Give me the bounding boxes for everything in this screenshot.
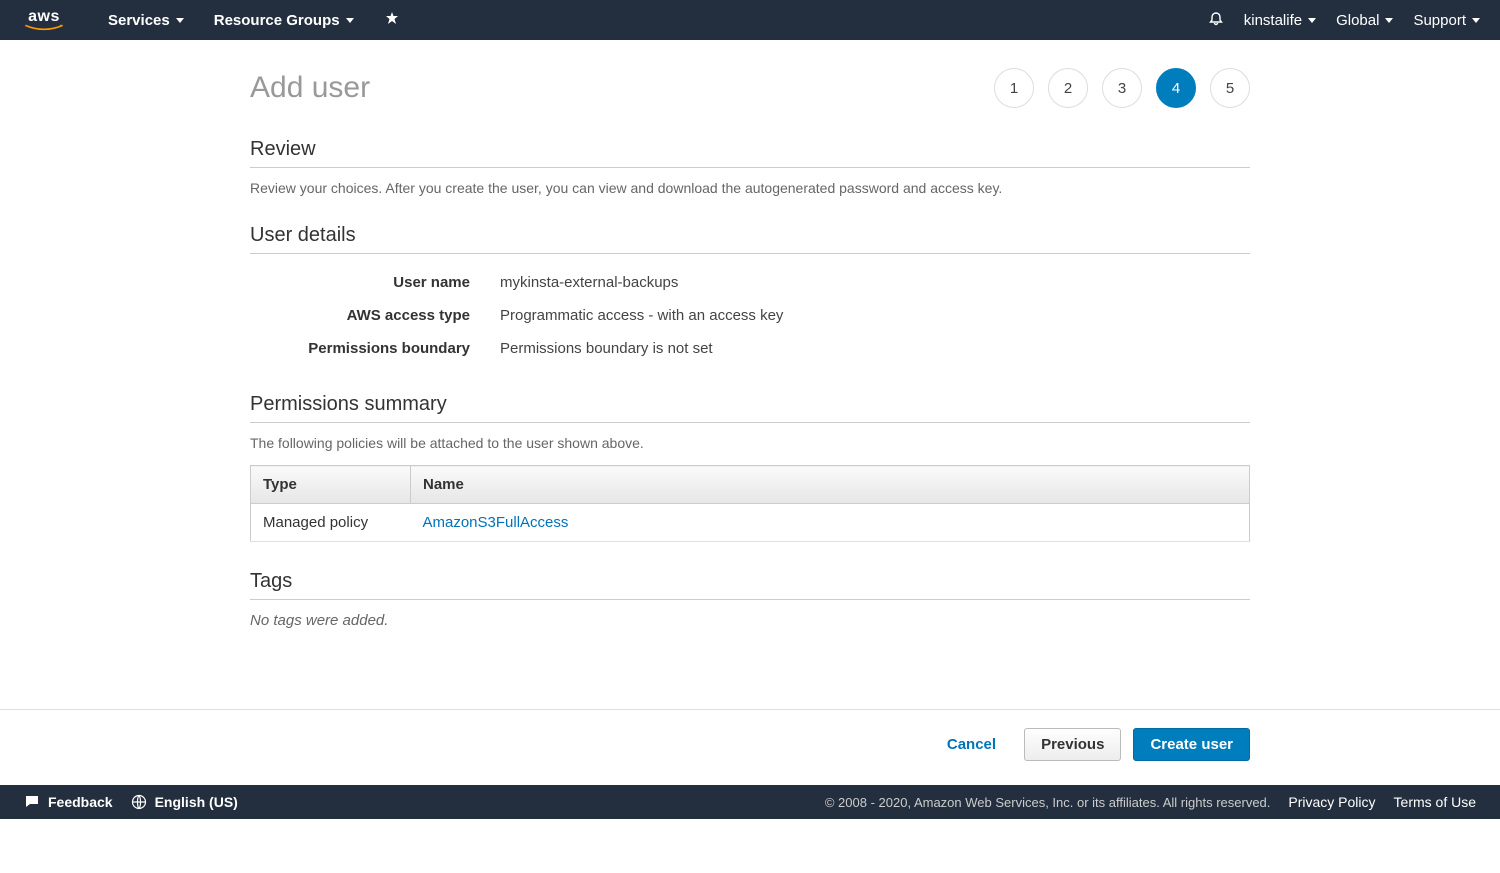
nav-services-label: Services xyxy=(108,12,170,29)
detail-label-access-type: AWS access type xyxy=(250,307,500,324)
footer-privacy-link[interactable]: Privacy Policy xyxy=(1288,794,1375,810)
cancel-button[interactable]: Cancel xyxy=(931,729,1012,760)
footer-bar: Feedback English (US) © 2008 - 2020, Ama… xyxy=(0,785,1500,819)
nav-resource-groups-label: Resource Groups xyxy=(214,12,340,29)
chevron-down-icon xyxy=(346,18,354,23)
nav-region[interactable]: Global xyxy=(1336,12,1393,29)
tags-heading: Tags xyxy=(250,570,1250,600)
detail-value-username: mykinsta-external-backups xyxy=(500,274,1250,291)
main-content: Add user 1 2 3 4 5 Review Review your ch… xyxy=(230,40,1270,649)
nav-support-label: Support xyxy=(1413,12,1466,29)
footer-terms-link[interactable]: Terms of Use xyxy=(1394,794,1476,810)
chat-icon xyxy=(24,794,40,810)
review-heading: Review xyxy=(250,138,1250,168)
user-details-table: User name mykinsta-external-backups AWS … xyxy=(250,266,1250,365)
pin-icon[interactable] xyxy=(384,11,400,30)
nav-resource-groups[interactable]: Resource Groups xyxy=(214,12,354,29)
tags-empty-message: No tags were added. xyxy=(250,612,1250,629)
aws-logo[interactable]: aws xyxy=(20,8,68,32)
policy-name-link[interactable]: AmazonS3FullAccess xyxy=(423,514,569,531)
wizard-steps: 1 2 3 4 5 xyxy=(994,68,1250,108)
chevron-down-icon xyxy=(1385,18,1393,23)
nav-services[interactable]: Services xyxy=(108,12,184,29)
page-title: Add user xyxy=(250,71,370,105)
column-header-name[interactable]: Name xyxy=(411,466,1250,504)
footer-language-label: English (US) xyxy=(155,794,238,810)
wizard-step-4[interactable]: 4 xyxy=(1156,68,1196,108)
footer-language[interactable]: English (US) xyxy=(131,794,238,810)
nav-account-label: kinstalife xyxy=(1244,12,1302,29)
permissions-description: The following policies will be attached … xyxy=(250,435,1250,451)
aws-swoosh-icon xyxy=(20,24,68,32)
user-details-heading: User details xyxy=(250,224,1250,254)
top-navbar: aws Services Resource Groups kinstalife … xyxy=(0,0,1500,40)
wizard-step-1[interactable]: 1 xyxy=(994,68,1034,108)
nav-support[interactable]: Support xyxy=(1413,12,1480,29)
wizard-step-5[interactable]: 5 xyxy=(1210,68,1250,108)
bell-icon[interactable] xyxy=(1208,11,1224,30)
permissions-heading: Permissions summary xyxy=(250,393,1250,423)
detail-label-username: User name xyxy=(250,274,500,291)
chevron-down-icon xyxy=(1472,18,1480,23)
wizard-step-3[interactable]: 3 xyxy=(1102,68,1142,108)
policy-type: Managed policy xyxy=(251,504,411,542)
permissions-table: Type Name Managed policy AmazonS3FullAcc… xyxy=(250,465,1250,542)
wizard-step-2[interactable]: 2 xyxy=(1048,68,1088,108)
wizard-footer: Cancel Previous Create user xyxy=(0,709,1500,785)
footer-feedback-label: Feedback xyxy=(48,794,113,810)
globe-icon xyxy=(131,794,147,810)
detail-value-permissions-boundary: Permissions boundary is not set xyxy=(500,340,1250,357)
review-description: Review your choices. After you create th… xyxy=(250,180,1250,196)
chevron-down-icon xyxy=(1308,18,1316,23)
column-header-type[interactable]: Type xyxy=(251,466,411,504)
chevron-down-icon xyxy=(176,18,184,23)
nav-region-label: Global xyxy=(1336,12,1379,29)
create-user-button[interactable]: Create user xyxy=(1133,728,1250,761)
nav-account[interactable]: kinstalife xyxy=(1244,12,1316,29)
detail-label-permissions-boundary: Permissions boundary xyxy=(250,340,500,357)
footer-feedback[interactable]: Feedback xyxy=(24,794,113,810)
footer-copyright: © 2008 - 2020, Amazon Web Services, Inc.… xyxy=(825,795,1271,810)
table-row: Managed policy AmazonS3FullAccess xyxy=(251,504,1250,542)
previous-button[interactable]: Previous xyxy=(1024,728,1121,761)
detail-value-access-type: Programmatic access - with an access key xyxy=(500,307,1250,324)
